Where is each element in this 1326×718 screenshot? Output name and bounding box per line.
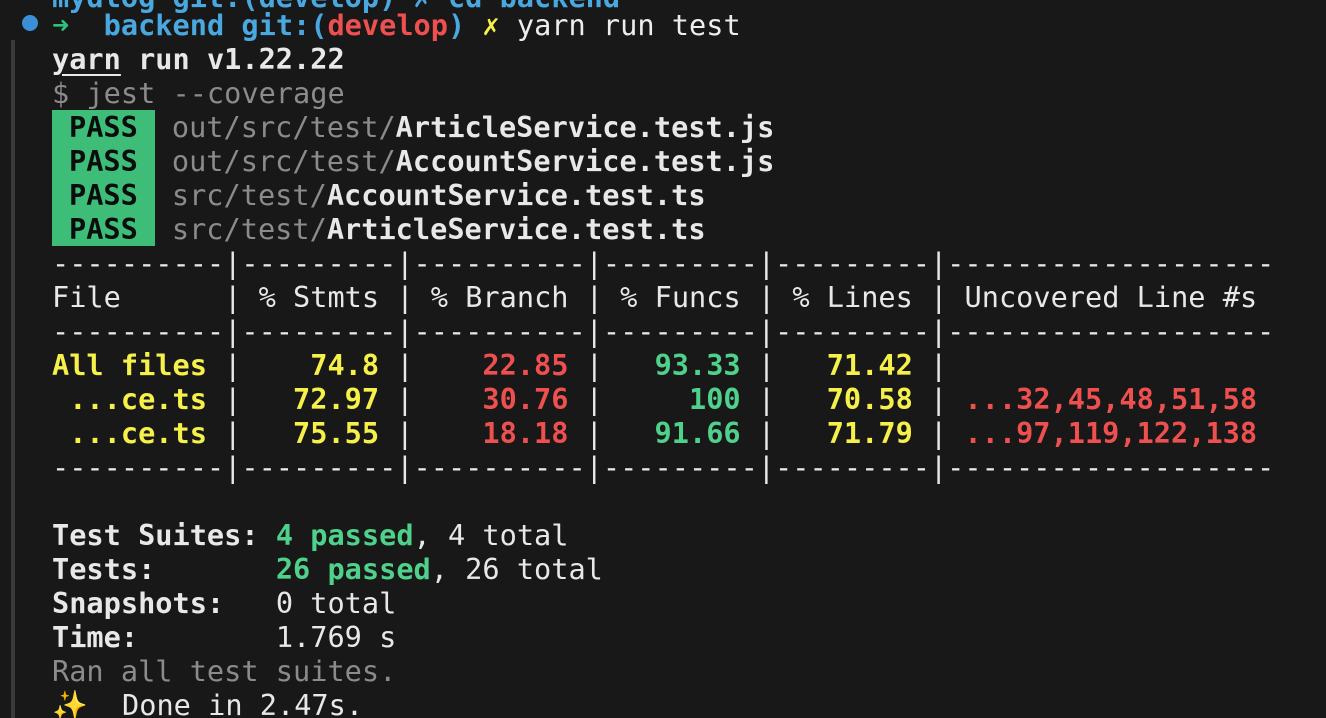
summary-tests: Tests: 26 passed, 26 total xyxy=(52,552,603,586)
coverage-table-bottom-border: ----------|---------|----------|--------… xyxy=(52,450,1275,484)
coverage-stmts: 72.97 xyxy=(293,382,380,416)
coverage-table-header: File | % Stmts | % Branch | % Funcs | % … xyxy=(52,280,1258,314)
terminal-window[interactable]: mydlog git:(develop) ✗ cd backend ➜ back… xyxy=(0,0,1326,718)
pass-badge: PASS xyxy=(52,212,155,246)
jest-command-line: $ jest --coverage xyxy=(52,76,345,110)
coverage-file: ...ce.ts xyxy=(52,382,207,416)
summary-suites-label: Test Suites: xyxy=(52,518,259,552)
coverage-row: ...ce.ts | 72.97 | 30.76 | 100 | 70.58 |… xyxy=(52,382,1258,416)
pass-badge: PASS xyxy=(52,144,155,178)
summary-tests-passed: 26 passed xyxy=(275,552,431,586)
yarn-version: run v1.22.22 xyxy=(120,42,345,76)
coverage-funcs: 100 xyxy=(688,382,741,416)
test-file-name: ArticleService.test.ts xyxy=(326,212,706,246)
summary-snapshots-value: 0 total xyxy=(275,586,397,620)
prompt-command: yarn run test xyxy=(516,8,741,42)
coverage-table-mid-border: ----------|---------|----------|--------… xyxy=(52,314,1275,348)
coverage-lines: 70.58 xyxy=(826,382,913,416)
coverage-uncovered: ...97,119,122,138 xyxy=(964,416,1258,450)
header-uncovered: Uncovered Line #s xyxy=(964,280,1258,314)
coverage-branch: 30.76 xyxy=(482,382,569,416)
prompt-directory: backend xyxy=(103,8,225,42)
header-file: File xyxy=(52,280,121,314)
done-line: ✨ Done in 2.47s. xyxy=(52,688,363,718)
sparkles-icon: ✨ xyxy=(52,688,88,718)
done-text: Done in 2.47s. xyxy=(87,688,364,718)
header-lines: % Lines xyxy=(792,280,913,314)
test-result-row: PASS src/test/AccountService.test.ts xyxy=(52,178,706,212)
coverage-table-top-border: ----------|---------|----------|--------… xyxy=(52,246,1275,280)
prompt-line: ➜ backend git:(develop) ✗ yarn run test xyxy=(52,8,741,42)
command-block-gutter xyxy=(11,40,15,718)
coverage-row: ...ce.ts | 75.55 | 18.18 | 91.66 | 71.79… xyxy=(52,416,1258,450)
test-file-name: AccountService.test.js xyxy=(395,144,775,178)
prompt-git-label: git:( xyxy=(241,8,328,42)
coverage-file: ...ce.ts xyxy=(52,416,207,450)
pass-badge: PASS xyxy=(52,110,155,144)
summary-tests-total: , 26 total xyxy=(430,552,603,586)
coverage-lines: 71.42 xyxy=(826,348,913,382)
yarn-label: yarn xyxy=(52,42,121,76)
summary-suites-total: , 4 total xyxy=(413,518,569,552)
prompt-arrow-icon: ➜ xyxy=(52,8,70,42)
prompt-git-close: ) xyxy=(447,8,466,42)
test-result-row: PASS src/test/ArticleService.test.ts xyxy=(52,212,706,246)
summary-time-value: 1.769 s xyxy=(275,620,397,654)
test-file-dir: src/test/ xyxy=(171,212,327,246)
test-file-dir: src/test/ xyxy=(171,178,327,212)
header-stmts: % Stmts xyxy=(258,280,380,314)
coverage-lines: 71.79 xyxy=(826,416,913,450)
coverage-stmts: 75.55 xyxy=(293,416,380,450)
test-file-name: AccountService.test.ts xyxy=(326,178,706,212)
coverage-funcs: 93.33 xyxy=(654,348,741,382)
coverage-branch: 22.85 xyxy=(482,348,569,382)
test-file-name: ArticleService.test.js xyxy=(395,110,775,144)
test-file-dir: out/src/test/ xyxy=(171,144,396,178)
coverage-file: All files xyxy=(52,348,207,382)
coverage-stmts: 74.8 xyxy=(310,348,380,382)
dirty-marker-icon: ✗ xyxy=(482,8,500,42)
header-branch: % Branch xyxy=(430,280,569,314)
summary-time: Time: 1.769 s xyxy=(52,620,396,654)
summary-tests-label: Tests: xyxy=(52,552,156,586)
summary-snapshots: Snapshots: 0 total xyxy=(52,586,396,620)
summary-suites: Test Suites: 4 passed, 4 total xyxy=(52,518,568,552)
pass-badge: PASS xyxy=(52,178,155,212)
header-funcs: % Funcs xyxy=(620,280,741,314)
yarn-version-line: yarn run v1.22.22 xyxy=(52,42,345,76)
test-result-row: PASS out/src/test/ArticleService.test.js xyxy=(52,110,774,144)
test-file-dir: out/src/test/ xyxy=(171,110,396,144)
coverage-funcs: 91.66 xyxy=(654,416,741,450)
summary-snapshots-label: Snapshots: xyxy=(52,586,225,620)
coverage-row: All files | 74.8 | 22.85 | 93.33 | 71.42… xyxy=(52,348,965,382)
coverage-uncovered: ...32,45,48,51,58 xyxy=(964,382,1258,416)
command-status-dot-icon[interactable] xyxy=(22,15,38,31)
summary-time-label: Time: xyxy=(52,620,139,654)
summary-suites-passed: 4 passed xyxy=(275,518,414,552)
test-result-row: PASS out/src/test/AccountService.test.js xyxy=(52,144,774,178)
summary-ran-all: Ran all test suites. xyxy=(52,654,397,688)
prompt-branch: develop xyxy=(327,8,448,42)
coverage-branch: 18.18 xyxy=(482,416,569,450)
